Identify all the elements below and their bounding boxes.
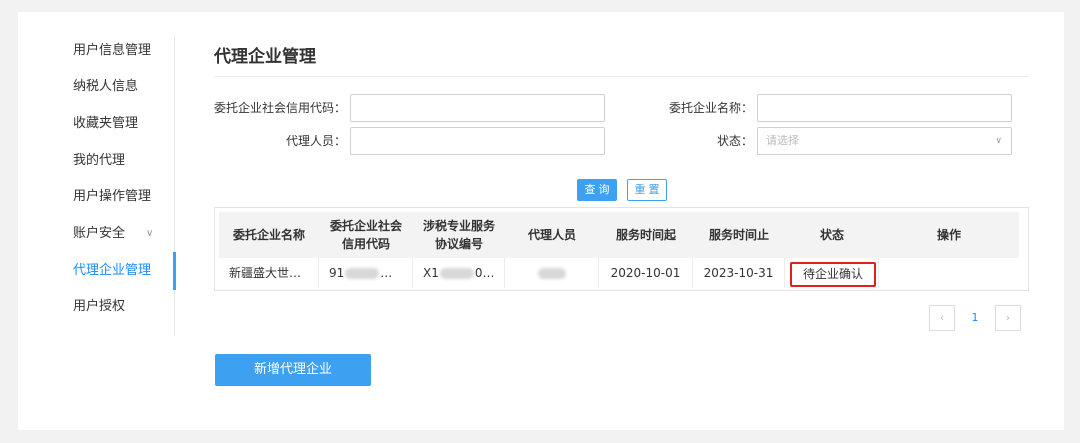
table-header: 委托企业名称 委托企业社会信用代码 涉税专业服务协议编号 代理人员 服务时间起 … — [219, 212, 1019, 258]
status-select[interactable]: 请选择 ∨ — [757, 127, 1012, 155]
table-row: 新疆盛大世… 91 … X1 0… 2020-10-01 2023-10-31 — [219, 258, 1019, 288]
company-name-label: 委托企业名称： — [668, 101, 753, 115]
query-button[interactable]: 查询 — [577, 179, 617, 201]
title-divider — [214, 76, 1028, 77]
chevron-down-icon: ∨ — [146, 228, 154, 239]
sidebar: 用户信息管理 纳税人信息 收藏夹管理 我的代理 用户操作管理 账户安全 ∨ 代理企… — [18, 36, 176, 336]
pagination-next-button[interactable]: › — [995, 305, 1021, 331]
cell-text: 91 — [329, 266, 345, 280]
cell-text: … — [380, 266, 393, 280]
sidebar-item-user-authorization[interactable]: 用户授权 — [18, 292, 174, 322]
column-header-credit-code: 委托企业社会信用代码 — [319, 212, 413, 258]
column-header-label: 委托企业社会信用代码 — [330, 219, 403, 251]
agent-input[interactable] — [350, 127, 605, 155]
page-title: 代理企业管理 — [214, 47, 316, 67]
redacted-mask — [345, 268, 380, 279]
cell-end-date: 2023-10-31 — [693, 258, 785, 288]
cell-text: X1 — [423, 266, 439, 280]
content-card: 用户信息管理 纳税人信息 收藏夹管理 我的代理 用户操作管理 账户安全 ∨ 代理企… — [18, 12, 1064, 430]
sidebar-item-favorites[interactable]: 收藏夹管理 — [18, 109, 174, 139]
column-header-actions: 操作 — [936, 228, 961, 242]
sidebar-item-label: 账户安全 — [73, 226, 126, 241]
reset-button[interactable]: 重置 — [627, 179, 667, 201]
column-header-start-date: 服务时间起 — [615, 228, 676, 242]
cell-actions — [879, 258, 1019, 288]
cell-text: 0… — [474, 266, 495, 280]
pagination-page-1[interactable]: 1 — [962, 305, 988, 331]
sidebar-item-label: 用户信息管理 — [73, 43, 152, 58]
redacted-mask — [439, 268, 474, 279]
sidebar-item-agent-company[interactable]: 代理企业管理 — [18, 252, 176, 290]
agent-label: 代理人员： — [285, 134, 346, 148]
column-header-label: 涉税专业服务协议编号 — [423, 219, 496, 251]
cell-credit-code: 91 … — [319, 258, 413, 288]
sidebar-item-label: 我的代理 — [73, 153, 126, 168]
credit-code-label: 委托企业社会信用代码： — [213, 101, 346, 115]
credit-code-input[interactable] — [350, 94, 605, 122]
cell-agreement-number: X1 0… — [413, 258, 505, 288]
sidebar-item-user-operations[interactable]: 用户操作管理 — [18, 182, 174, 212]
sidebar-item-my-agency[interactable]: 我的代理 — [18, 146, 174, 176]
sidebar-item-label: 收藏夹管理 — [73, 116, 139, 131]
redacted-mask — [537, 268, 566, 279]
pagination-prev-button[interactable]: ‹ — [929, 305, 955, 331]
company-name-input[interactable] — [757, 94, 1012, 122]
add-agent-company-button[interactable]: 新增代理企业 — [215, 354, 371, 386]
sidebar-item-label: 代理企业管理 — [73, 263, 152, 278]
column-header-status: 状态 — [819, 228, 844, 242]
sidebar-item-label: 用户操作管理 — [73, 189, 152, 204]
cell-company: 新疆盛大世… — [219, 258, 319, 288]
column-header-agreement-number: 涉税专业服务协议编号 — [413, 212, 505, 258]
column-header-end-date: 服务时间止 — [708, 228, 769, 242]
status-label: 状态： — [716, 134, 753, 148]
cell-agent — [505, 258, 599, 288]
sidebar-item-taxpayer-info[interactable]: 纳税人信息 — [18, 72, 174, 102]
sidebar-item-label: 用户授权 — [73, 299, 126, 314]
column-header-company: 委托企业名称 — [232, 228, 305, 242]
chevron-down-icon: ∨ — [995, 136, 1002, 146]
column-header-agent: 代理人员 — [527, 228, 576, 242]
sidebar-item-label: 纳税人信息 — [73, 79, 139, 94]
sidebar-item-user-info[interactable]: 用户信息管理 — [18, 36, 174, 66]
sidebar-item-account-security[interactable]: 账户安全 ∨ — [18, 219, 174, 249]
agent-company-table: 委托企业名称 委托企业社会信用代码 涉税专业服务协议编号 代理人员 服务时间起 … — [214, 207, 1029, 291]
cell-start-date: 2020-10-01 — [599, 258, 693, 288]
status-badge: 待企业确认 — [790, 262, 876, 287]
status-select-placeholder: 请选择 — [766, 134, 799, 147]
